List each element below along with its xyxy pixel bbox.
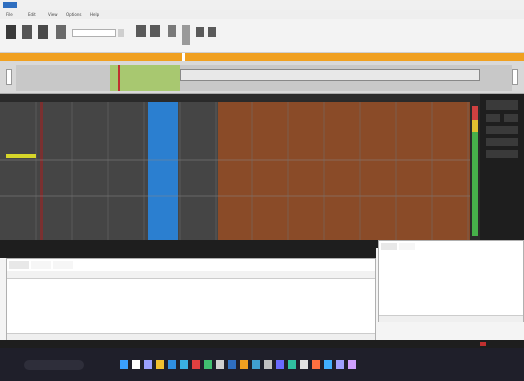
panel-button[interactable] bbox=[486, 150, 518, 158]
menu-item[interactable]: Edit bbox=[28, 12, 44, 17]
overview-selection[interactable] bbox=[180, 69, 480, 81]
plot-column-gray[interactable] bbox=[178, 102, 218, 240]
edge-icon[interactable] bbox=[168, 360, 176, 369]
overview-left-handle[interactable] bbox=[6, 69, 12, 85]
record-icon[interactable] bbox=[22, 25, 32, 39]
app-icon[interactable] bbox=[288, 360, 296, 369]
store-icon[interactable] bbox=[180, 360, 188, 369]
bottom-left-panel bbox=[6, 258, 376, 340]
zoom-icon[interactable] bbox=[168, 25, 176, 37]
level-meter-yellow bbox=[472, 120, 478, 132]
panel-footer bbox=[379, 315, 523, 322]
explorer-icon[interactable] bbox=[156, 360, 164, 369]
panel-button[interactable] bbox=[486, 114, 500, 122]
app-icon[interactable] bbox=[276, 360, 284, 369]
panel-button[interactable] bbox=[486, 138, 518, 146]
panel-tab[interactable] bbox=[399, 243, 415, 250]
panel-button[interactable] bbox=[486, 126, 518, 134]
settings-icon[interactable] bbox=[56, 25, 66, 39]
time-input[interactable] bbox=[72, 29, 116, 37]
right-panel bbox=[480, 94, 524, 240]
panel-button[interactable] bbox=[504, 114, 518, 122]
app-icon[interactable] bbox=[240, 360, 248, 369]
menu-bar: File Edit View Options Help bbox=[0, 10, 524, 19]
menu-item[interactable]: View bbox=[48, 12, 64, 17]
panel-separator bbox=[0, 248, 376, 258]
spin-icon[interactable] bbox=[118, 29, 124, 37]
table-row[interactable] bbox=[7, 281, 375, 287]
main-view-header bbox=[0, 94, 480, 102]
overview-red-marker bbox=[118, 65, 120, 91]
panel-tab[interactable] bbox=[9, 261, 29, 269]
previous-icon[interactable] bbox=[136, 25, 146, 37]
table-row[interactable] bbox=[381, 253, 521, 259]
taskview-icon[interactable] bbox=[144, 360, 152, 369]
overview-green-region bbox=[110, 65, 180, 91]
app-icon[interactable] bbox=[216, 360, 224, 369]
taskbar-search[interactable] bbox=[24, 360, 84, 370]
panel-footer bbox=[7, 333, 375, 340]
app-icon[interactable] bbox=[336, 360, 344, 369]
overview-strip bbox=[0, 61, 524, 94]
panel-tab[interactable] bbox=[381, 243, 397, 250]
accent-bar bbox=[0, 53, 524, 61]
status-red-icon bbox=[480, 342, 486, 346]
view-icon[interactable] bbox=[208, 27, 216, 37]
app-icon[interactable] bbox=[204, 360, 212, 369]
panel-tab[interactable] bbox=[31, 261, 51, 269]
level-meter-green bbox=[472, 132, 478, 236]
plot-column-gray[interactable] bbox=[70, 102, 100, 240]
panel-tab[interactable] bbox=[53, 261, 73, 269]
start-icon[interactable] bbox=[120, 360, 128, 369]
app-icon[interactable] bbox=[264, 360, 272, 369]
app-icon[interactable] bbox=[312, 360, 320, 369]
level-meter-red bbox=[472, 106, 478, 120]
bottom-right-panel bbox=[378, 240, 524, 322]
plot-column-gray[interactable] bbox=[0, 102, 36, 240]
plot-column-gray[interactable] bbox=[100, 102, 148, 240]
main-plot[interactable] bbox=[0, 102, 480, 240]
app-icon[interactable] bbox=[300, 360, 308, 369]
app-icon[interactable] bbox=[348, 360, 356, 369]
selection-icon[interactable] bbox=[182, 25, 190, 45]
menu-item[interactable]: File bbox=[6, 12, 22, 17]
screenshot-stage: File Edit View Options Help bbox=[0, 0, 524, 381]
app-icon[interactable] bbox=[252, 360, 260, 369]
app-icon bbox=[3, 2, 17, 8]
save-icon[interactable] bbox=[6, 25, 16, 39]
table-row[interactable] bbox=[381, 261, 521, 267]
mail-icon[interactable] bbox=[192, 360, 200, 369]
plot-red-marker bbox=[40, 102, 43, 240]
view-icon[interactable] bbox=[196, 27, 204, 37]
app-icon[interactable] bbox=[228, 360, 236, 369]
menu-item[interactable]: Options bbox=[66, 12, 86, 17]
next-icon[interactable] bbox=[150, 25, 160, 37]
app-icon[interactable] bbox=[324, 360, 332, 369]
overview-right-handle[interactable] bbox=[512, 69, 518, 85]
export-icon[interactable] bbox=[38, 25, 48, 39]
cursor-marker[interactable] bbox=[6, 154, 36, 158]
title-bar bbox=[0, 0, 524, 10]
taskbar bbox=[0, 348, 524, 381]
bottom-strip bbox=[0, 340, 524, 348]
ribbon-toolbar bbox=[0, 19, 524, 53]
level-meter bbox=[470, 102, 480, 240]
panel-button[interactable] bbox=[486, 100, 518, 110]
table-header bbox=[7, 271, 375, 279]
menu-item[interactable]: Help bbox=[90, 12, 106, 17]
plot-column-selected[interactable] bbox=[148, 102, 178, 240]
search-icon[interactable] bbox=[132, 360, 140, 369]
orange-bar-marker bbox=[182, 53, 185, 61]
